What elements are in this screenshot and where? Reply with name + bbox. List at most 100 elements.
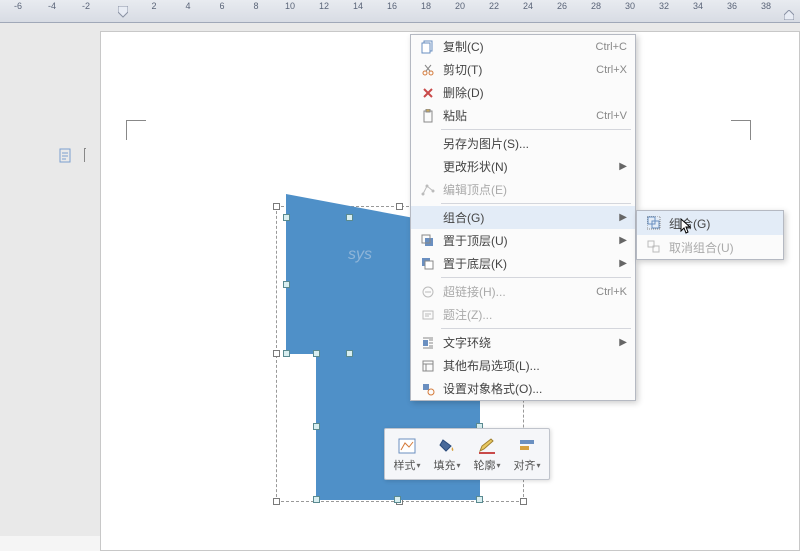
text-cursor [84,148,86,162]
menu-item-more-layout[interactable]: 其他布局选项(L)... [411,354,635,377]
group-submenu: 组合(G) 取消组合(U) [636,210,784,260]
edit-points-icon [417,183,439,197]
selection-handle[interactable] [273,498,280,505]
submenu-item-ungroup: 取消组合(U) [637,235,783,259]
menu-separator [441,328,631,329]
chevron-right-icon: ▶ [615,161,627,172]
ruler-tick: -4 [44,1,60,11]
align-icon [517,435,537,457]
menu-item-delete[interactable]: 删除(D) [411,81,635,104]
shape-handle[interactable] [313,350,320,357]
group-icon [643,216,665,230]
page-icon [58,148,74,169]
menu-item-paste[interactable]: 粘贴 Ctrl+V [411,104,635,127]
shape-handle[interactable] [313,423,320,430]
format-object-icon [417,382,439,396]
menu-separator [441,277,631,278]
chevron-down-icon: ▾ [536,461,540,470]
scissors-icon [417,63,439,77]
menu-item-cut[interactable]: 剪切(T) Ctrl+X [411,58,635,81]
selection-handle[interactable] [520,498,527,505]
chevron-down-icon: ▾ [456,461,460,470]
floating-shape-toolbar: 样式▾ 填充▾ 轮廓▾ 对齐▾ [384,428,550,480]
chevron-down-icon: ▾ [496,461,500,470]
shape-handle[interactable] [283,281,290,288]
horizontal-ruler[interactable]: -6 -4 -2 2 4 6 8 10 12 14 16 18 20 22 24… [0,0,800,23]
chevron-right-icon: ▶ [615,235,627,246]
ruler-tick: 26 [554,1,570,11]
shape-handle[interactable] [394,496,401,503]
menu-item-caption: 题注(Z)... [411,303,635,326]
ruler-tick: 18 [418,1,434,11]
menu-item-format-object[interactable]: 设置对象格式(O)... [411,377,635,400]
selection-handle[interactable] [273,203,280,210]
ruler-tick: 6 [214,1,230,11]
ruler-tick: 32 [656,1,672,11]
chevron-down-icon: ▾ [416,461,420,470]
right-indent-marker[interactable] [784,10,794,22]
shape-handle[interactable] [346,350,353,357]
menu-item-bring-front[interactable]: 置于顶层(U) ▶ [411,229,635,252]
shape-trapezoid[interactable] [286,218,414,354]
ruler-tick: 2 [146,1,162,11]
first-line-indent-marker[interactable] [118,6,128,18]
caption-icon [417,308,439,322]
shape-handle[interactable] [313,496,320,503]
menu-item-group[interactable]: 组合(G) ▶ [411,206,635,229]
clipboard-icon [417,109,439,123]
ruler-tick: -2 [78,1,94,11]
hyperlink-icon [417,285,439,299]
menu-item-save-as-picture[interactable]: 另存为图片(S)... [411,132,635,155]
ruler-tick: 10 [282,1,298,11]
ruler-tick: 16 [384,1,400,11]
menu-separator [441,203,631,204]
menu-item-send-back[interactable]: 置于底层(K) ▶ [411,252,635,275]
chevron-right-icon: ▶ [615,258,627,269]
style-icon [397,435,417,457]
submenu-item-group[interactable]: 组合(G) [637,211,783,235]
text-wrap-icon [417,336,439,350]
shape-handle[interactable] [283,350,290,357]
ruler-tick: 38 [758,1,774,11]
context-menu: 复制(C) Ctrl+C 剪切(T) Ctrl+X 删除(D) 粘贴 Ctrl+… [410,34,636,401]
chevron-right-icon: ▶ [615,337,627,348]
margin-corner-tr [731,120,751,140]
ungroup-icon [643,240,665,254]
ruler-tick: 14 [350,1,366,11]
bring-front-icon [417,234,439,248]
ruler-tick: 4 [180,1,196,11]
menu-item-change-shape[interactable]: 更改形状(N) ▶ [411,155,635,178]
ruler-tick: 8 [248,1,264,11]
copy-icon [417,40,439,54]
shape-watermark-text: sys [348,246,372,264]
menu-separator [441,129,631,130]
shape-handle[interactable] [476,496,483,503]
menu-item-copy[interactable]: 复制(C) Ctrl+C [411,35,635,58]
layout-icon [417,359,439,373]
toolbar-outline-button[interactable]: 轮廓▾ [468,431,506,477]
pencil-outline-icon [477,435,497,457]
chevron-right-icon: ▶ [615,212,627,223]
delete-x-icon [417,86,439,100]
ruler-tick: 34 [690,1,706,11]
menu-item-edit-points: 编辑顶点(E) [411,178,635,201]
shape-handle[interactable] [283,214,290,221]
toolbar-style-button[interactable]: 样式▾ [388,431,426,477]
ruler-tick: 36 [724,1,740,11]
menu-item-text-wrap[interactable]: 文字环绕 ▶ [411,331,635,354]
menu-item-hyperlink: 超链接(H)... Ctrl+K [411,280,635,303]
toolbar-fill-button[interactable]: 填充▾ [428,431,466,477]
ruler-tick: 24 [520,1,536,11]
ruler-tick: 30 [622,1,638,11]
selection-handle[interactable] [273,350,280,357]
fill-bucket-icon [437,435,457,457]
ruler-tick: 28 [588,1,604,11]
ruler-tick: 20 [452,1,468,11]
toolbar-align-button[interactable]: 对齐▾ [508,431,546,477]
ruler-tick: -6 [10,1,26,11]
ruler-tick: 12 [316,1,332,11]
shape-handle[interactable] [346,214,353,221]
send-back-icon [417,257,439,271]
margin-corner-tl [126,120,146,140]
ruler-tick: 22 [486,1,502,11]
